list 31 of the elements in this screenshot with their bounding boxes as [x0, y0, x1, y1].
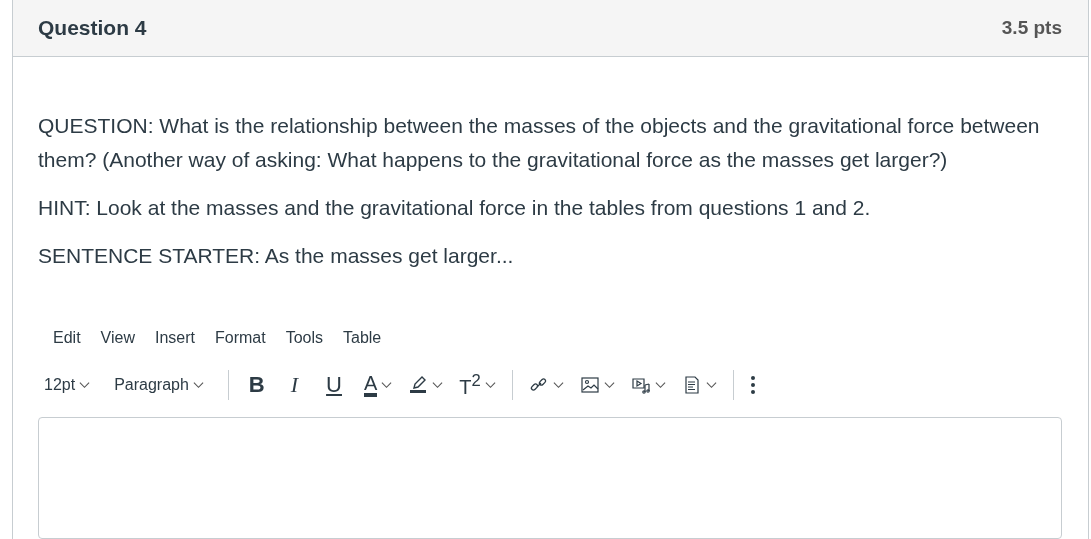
dropdown-button[interactable]: Paragraph — [108, 372, 210, 398]
menu-item[interactable]: Insert — [145, 325, 204, 351]
bold-button[interactable]: B — [238, 368, 275, 402]
underline-button[interactable]: U — [314, 368, 354, 402]
italic-button[interactable]: I — [278, 368, 311, 402]
question-text: QUESTION: What is the relationship between the masses of the objects and the gravitational force between them? (Another way of asking: What happens to the gravitational force as the masses get larger?) — [38, 113, 1041, 173]
text-color-button[interactable]: A — [357, 369, 399, 401]
chevron-down-icon — [484, 381, 496, 389]
menu-item[interactable]: Edit — [44, 325, 90, 351]
chevron-down-icon — [79, 381, 91, 389]
menu-item[interactable]: View — [91, 325, 144, 351]
superscript-button[interactable]: T$^{2}$ — [453, 367, 502, 403]
menu-item[interactable]: Tools — [276, 325, 332, 351]
chevron-down-icon — [192, 381, 204, 389]
menu-item[interactable]: Format — [206, 325, 275, 351]
media-icon — [630, 375, 651, 395]
highlighter-icon — [408, 375, 429, 395]
chevron-down-icon — [552, 381, 564, 389]
image-icon — [579, 375, 600, 395]
question-title: Question 4 — [38, 16, 147, 40]
points-label: 3.5 pts — [1001, 17, 1062, 39]
more-icon — [749, 375, 756, 395]
chevron-down-icon — [432, 381, 444, 389]
question-text: SENTENCE STARTER: As the masses get larger... — [38, 243, 515, 269]
question-text: HINT: Look at the masses and the gravitational force in the tables from questions 1 and 2. — [38, 195, 872, 221]
dropdown-button[interactable]: 12pt — [38, 372, 97, 398]
chevron-down-icon — [603, 381, 615, 389]
chevron-down-icon — [705, 381, 717, 389]
menu-item[interactable]: Table — [334, 325, 391, 351]
chevron-down-icon — [654, 381, 666, 389]
chevron-down-icon — [381, 381, 393, 389]
